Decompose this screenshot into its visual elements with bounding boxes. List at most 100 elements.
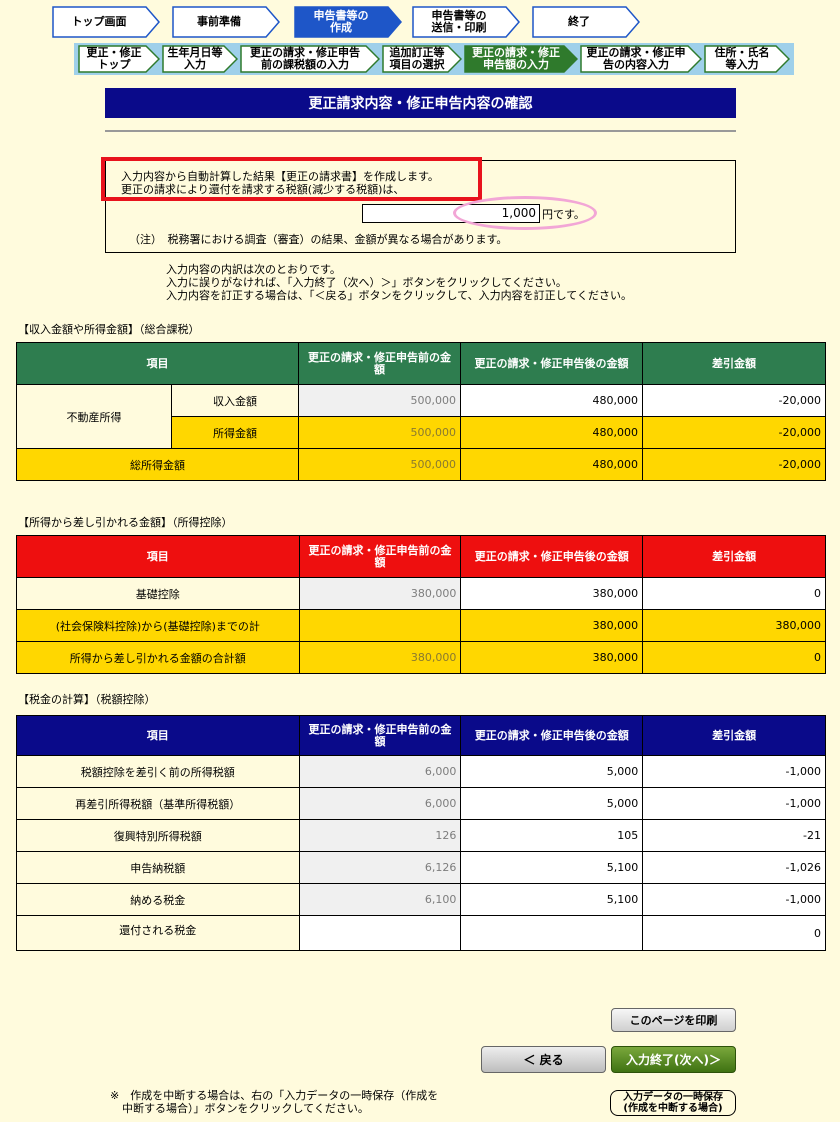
row-label: 還付される税金 [16, 915, 300, 951]
table-row: 基礎控除 380,000 380,000 0 [16, 577, 826, 610]
row-label: (社会保険料控除)から(基礎控除)までの計 [16, 609, 300, 642]
deduction-table: 項目 更正の請求・修正申告前の金額 更正の請求・修正申告後の金額 差引金額 基礎… [16, 535, 826, 674]
tax-header-row: 項目 更正の請求・修正申告前の金額 更正の請求・修正申告後の金額 差引金額 [16, 715, 826, 756]
table-row: 納める税金 6,100 5,100 -1,000 [16, 883, 826, 916]
sub-step-nav: 更正・修正 トップ 生年月日等 入力 更正の請求・修正申告 前の課税額の入力 追加訂正… [74, 43, 794, 75]
deduction-section-title: 【所得から差し引かれる金額】（所得控除） [18, 516, 233, 529]
group-label: 不動産所得 [16, 384, 172, 449]
diff-amount: -20,000 [642, 384, 826, 417]
diff-amount: -1,000 [642, 883, 826, 916]
row-label: 納める税金 [16, 883, 300, 916]
page-title: 更正請求内容・修正申告内容の確認 [105, 88, 736, 118]
main-step-label: 申告書等の 作成 [313, 9, 369, 34]
guide-line-3: 入力内容を訂正する場合は、「＜戻る」ボタンをクリックして、入力内容を訂正してくだ… [166, 289, 632, 302]
table-row: 申告納税額 6,126 5,100 -1,026 [16, 851, 826, 884]
after-amount [460, 915, 644, 951]
save-draft-button[interactable]: 入力データの一時保存 (作成を中断する場合) [610, 1090, 736, 1116]
header-item: 項目 [16, 535, 300, 578]
print-page-button[interactable]: このページを印刷 [611, 1008, 736, 1032]
after-amount: 480,000 [460, 448, 643, 481]
header-before: 更正の請求・修正申告前の金額 [298, 342, 461, 385]
footer-note-line-2: 中断する場合）」ボタンをクリックしてください。 [122, 1102, 369, 1115]
tax-section-title: 【税金の計算】（税額控除） [18, 693, 156, 706]
diff-amount: -1,000 [642, 787, 826, 820]
header-diff: 差引金額 [642, 535, 826, 578]
main-step-1: トップ画面 [52, 6, 160, 38]
main-step-label: 事前準備 [197, 15, 241, 28]
row-label: 基礎控除 [16, 577, 300, 610]
sub-step-label: 更正の請求・修正申 告の内容入力 [586, 46, 686, 71]
row-label: 総所得金額 [16, 448, 299, 481]
row-label: 所得金額 [171, 416, 299, 449]
row-label: 所得から差し引かれる金額の合計額 [16, 641, 300, 674]
sub-step-label: 更正・修正 トップ [86, 46, 142, 71]
income-section-title: 【収入金額や所得金額】（総合課税） [18, 323, 200, 336]
tax-table: 項目 更正の請求・修正申告前の金額 更正の請求・修正申告後の金額 差引金額 税額… [16, 715, 826, 951]
footer-note: ※ 作成を中断する場合は、右の「入力データの一時保存（作成を 中断する場合）」ボ… [110, 1089, 438, 1115]
after-amount: 380,000 [460, 641, 644, 674]
diff-amount: -20,000 [642, 448, 826, 481]
diff-amount: 0 [642, 641, 826, 674]
after-amount: 380,000 [460, 609, 644, 642]
row-label: 復興特別所得税額 [16, 819, 300, 852]
diff-amount: -21 [642, 819, 826, 852]
next-button[interactable]: 入力終了(次へ)＞ [611, 1046, 736, 1073]
sub-step-4: 追加訂正等 項目の選択 [382, 45, 462, 75]
back-button[interactable]: ＜ 戻る [481, 1046, 606, 1073]
table-row: (社会保険料控除)から(基礎控除)までの計 380,000 380,000 [16, 609, 826, 642]
main-step-5: 終了 [532, 6, 640, 38]
sub-step-3: 更正の請求・修正申告 前の課税額の入力 [240, 45, 380, 75]
main-step-4: 申告書等の 送信・印刷 [412, 6, 520, 38]
row-label: 再差引所得税額（基準所得税額） [16, 787, 300, 820]
header-item: 項目 [16, 715, 300, 756]
sub-step-1: 更正・修正 トップ [78, 45, 160, 75]
diff-amount: -1,000 [642, 755, 826, 788]
after-amount: 380,000 [460, 577, 644, 610]
table-row: 復興特別所得税額 126 105 -21 [16, 819, 826, 852]
main-step-label: 終了 [568, 15, 590, 28]
before-amount: 500,000 [298, 384, 461, 417]
table-row: 総所得金額 500,000 480,000 -20,000 [16, 448, 826, 481]
before-amount: 500,000 [298, 448, 461, 481]
header-before: 更正の請求・修正申告前の金額 [298, 535, 462, 578]
before-amount: 6,100 [298, 883, 462, 916]
main-step-3: 申告書等の 作成 [294, 6, 402, 38]
sub-step-label: 住所・氏名 等入力 [714, 46, 770, 71]
table-row: 所得から差し引かれる金額の合計額 380,000 380,000 0 [16, 641, 826, 674]
title-divider [105, 130, 736, 132]
header-item: 項目 [16, 342, 299, 385]
income-header-row: 項目 更正の請求・修正申告前の金額 更正の請求・修正申告後の金額 差引金額 [16, 342, 826, 385]
before-amount: 380,000 [298, 641, 462, 674]
before-amount: 126 [298, 819, 462, 852]
save-draft-label: 入力データの一時保存 [623, 1092, 723, 1103]
header-diff: 差引金額 [642, 342, 826, 385]
header-after: 更正の請求・修正申告後の金額 [460, 342, 643, 385]
footer-note-line-1: ※ 作成を中断する場合は、右の「入力データの一時保存（作成を [110, 1089, 439, 1102]
diff-amount: 380,000 [642, 609, 826, 642]
table-row: 再差引所得税額（基準所得税額） 6,000 5,000 -1,000 [16, 787, 826, 820]
header-diff: 差引金額 [642, 715, 826, 756]
audit-note: （注） 税務署における調査（審査）の結果、金額が異なる場合があります。 [129, 233, 508, 246]
before-amount: 6,000 [298, 755, 462, 788]
diff-amount: -20,000 [642, 416, 826, 449]
after-amount: 480,000 [460, 416, 643, 449]
sub-step-label: 生年月日等 入力 [167, 46, 223, 71]
before-amount [298, 915, 462, 951]
save-draft-sublabel: (作成を中断する場合) [623, 1103, 723, 1114]
diff-amount: -1,026 [642, 851, 826, 884]
after-amount: 480,000 [460, 384, 643, 417]
header-after: 更正の請求・修正申告後の金額 [460, 535, 644, 578]
sub-step-7: 住所・氏名 等入力 [704, 45, 790, 75]
before-amount: 380,000 [298, 577, 462, 610]
deduction-header-row: 項目 更正の請求・修正申告前の金額 更正の請求・修正申告後の金額 差引金額 [16, 535, 826, 578]
main-step-label: 申告書等の 送信・印刷 [431, 9, 487, 34]
before-amount [298, 609, 462, 642]
after-amount: 105 [460, 819, 644, 852]
after-amount: 5,100 [460, 851, 644, 884]
header-before: 更正の請求・修正申告前の金額 [298, 715, 462, 756]
before-amount: 500,000 [298, 416, 461, 449]
amount-highlight-oval [453, 196, 597, 230]
header-after: 更正の請求・修正申告後の金額 [460, 715, 644, 756]
sub-step-label: 更正の請求・修正申告 前の課税額の入力 [250, 46, 360, 71]
highlight-frame [101, 157, 482, 201]
